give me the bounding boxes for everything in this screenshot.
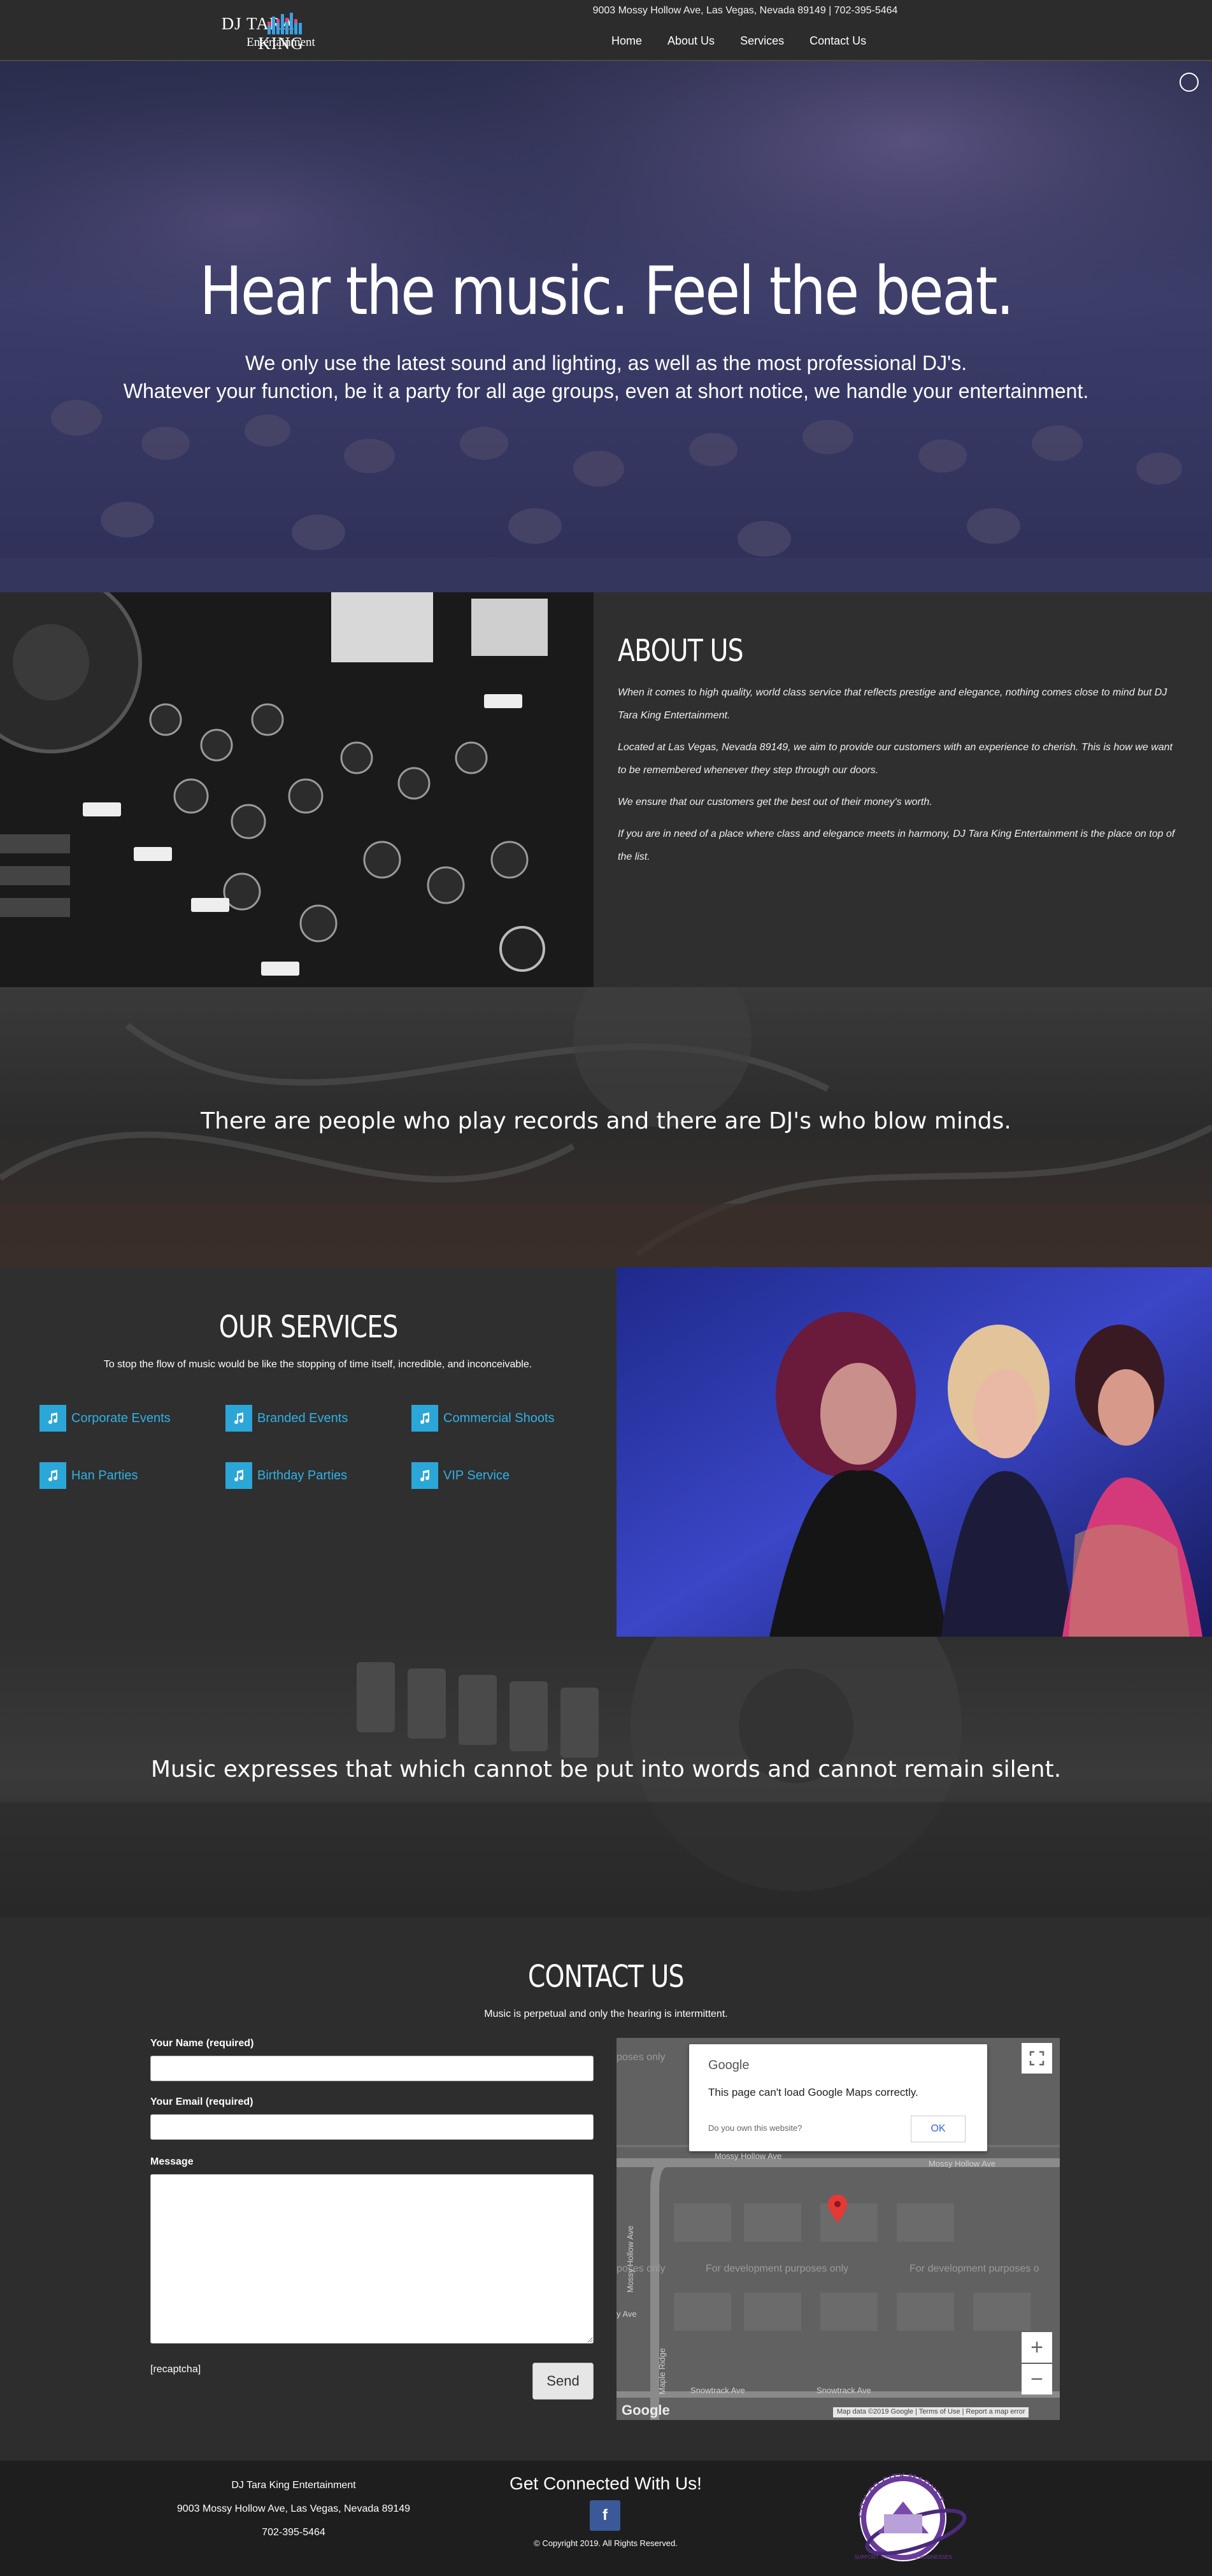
connect-title: Get Connected With Us! [510,2473,702,2493]
facebook-icon[interactable]: f [590,2500,620,2531]
service-item-commercial-shoots[interactable]: Commercial Shoots [411,1405,555,1432]
send-button[interactable]: Send [532,2363,594,2400]
music-note-icon [411,1405,438,1432]
map-dev-text: poses only [617,2052,666,2063]
recaptcha-placeholder: [recaptcha] [150,2364,201,2375]
service-label: VIP Service [443,1468,510,1483]
map-pin-icon[interactable] [828,2195,847,2223]
email-field[interactable] [150,2114,594,2140]
hero-indicator-icon[interactable] [1180,73,1199,92]
map-error-message: This page can't load Google Maps correct… [708,2086,918,2098]
services-party-image [617,1267,1212,1637]
fullscreen-icon[interactable] [1022,2043,1052,2074]
map-error-dialog: Google This page can't load Google Maps … [689,2044,987,2151]
nav-home[interactable]: Home [611,34,642,48]
quote-text-2: Music expresses that which cannot be put… [150,1756,1062,1783]
map-dev-text: For development purposes o [909,2263,1039,2274]
contact-section: CONTACT US Music is perpetual and only t… [0,1917,1212,2461]
map-road-label: Maple Ridge [657,2348,667,2395]
about-section: ABOUT US When it comes to high quality, … [594,592,1212,987]
service-label: Branded Events [257,1411,348,1425]
services-heading: OUR SERVICES [218,1309,399,1345]
name-field[interactable] [150,2056,594,2081]
map-dev-text: poses only [617,2263,666,2274]
music-note-icon [39,1462,66,1489]
nav-services[interactable]: Services [740,34,784,48]
music-note-icon [225,1405,252,1432]
quote-band-2: Music expresses that which cannot be put… [0,1637,1212,1917]
service-item-han-parties[interactable]: Han Parties [39,1462,138,1489]
message-label: Message [150,2156,194,2167]
service-label: Corporate Events [71,1411,171,1425]
city-to-city-market-badge[interactable]: CITY TO CITY MARKET SUPPORT THE 702 LOCA… [839,2463,973,2572]
services-section: OUR SERVICES To stop the flow of music w… [0,1267,617,1637]
about-paragraph: Located at Las Vegas, Nevada 89149, we a… [618,742,1173,776]
main-nav: Home About Us Services Contact Us [611,34,866,48]
quote-text-1: There are people who play records and th… [201,1108,1011,1134]
own-website-link[interactable]: Do you own this website? [708,2123,802,2133]
equalizer-icon [267,13,302,34]
about-paragraph: When it comes to high quality, world cla… [618,687,1167,721]
service-label: Commercial Shoots [443,1411,555,1425]
badge-subtext: SUPPORT THE 702 LOCAL BUSINESSES [854,2554,952,2560]
hero-subtitle: We only use the latest sound and lightin… [0,349,1212,405]
google-logo: Google [622,2402,670,2418]
copyright-text: © Copyright 2019. All Rights Reserved. [534,2538,678,2548]
service-label: Birthday Parties [257,1468,348,1483]
about-heading: ABOUT US [618,633,744,669]
nav-contact-us[interactable]: Contact Us [809,34,866,48]
site-footer: DJ Tara King Entertainment 9003 Mossy Ho… [0,2461,1212,2576]
map-road-label: y Ave [617,2309,637,2319]
about-paragraph: We ensure that our customers get the bes… [618,797,932,808]
footer-company: DJ Tara King Entertainment [231,2480,356,2491]
footer-address: 9003 Mossy Hollow Ave, Las Vegas, Nevada… [176,2503,411,2514]
zoom-in-icon[interactable]: + [1022,2332,1052,2363]
services-subtitle: To stop the flow of music would be like … [103,1359,532,1370]
google-brand: Google [708,2058,750,2072]
site-header: DJ TARAKING Entertainment 9003 Mossy Hol… [0,0,1212,61]
nav-about-us[interactable]: About Us [667,34,715,48]
footer-contact: DJ Tara King Entertainment 9003 Mossy Ho… [150,2473,437,2544]
about-text: When it comes to high quality, world cla… [618,681,1178,878]
map-road-label: Snowtrack Ave [690,2386,745,2395]
map-road-label: Snowtrack Ave [816,2386,871,2395]
service-item-birthday-parties[interactable]: Birthday Parties [225,1462,347,1489]
quote-band-1: There are people who play records and th… [0,987,1212,1267]
footer-phone: 702-395-5464 [262,2527,325,2538]
map-attribution[interactable]: Map data ©2019 Google | Terms of Use | R… [833,2407,1029,2417]
hero-section: Hear the music. Feel the beat. We only u… [0,61,1212,592]
message-field[interactable] [150,2174,594,2344]
service-item-branded-events[interactable]: Branded Events [225,1405,348,1432]
service-label: Han Parties [71,1468,138,1483]
dialog-ok-button[interactable]: OK [911,2116,966,2142]
music-note-icon [225,1462,252,1489]
map-road-label: Mossy Hollow Ave [625,2225,635,2293]
hero-subtitle-line2: Whatever your function, be it a party fo… [123,380,1089,402]
name-label: Your Name (required) [150,2038,254,2049]
hero-title: Hear the music. Feel the beat. [199,252,1014,330]
zoom-out-icon[interactable]: − [1022,2364,1052,2395]
contact-subtitle: Music is perpetual and only the hearing … [484,2009,728,2019]
logo-subtitle: Entertainment [246,36,315,49]
email-label: Your Email (required) [150,2096,253,2107]
service-item-corporate-events[interactable]: Corporate Events [39,1405,171,1432]
contact-heading: CONTACT US [528,1959,685,1995]
about-mixer-image [0,592,594,987]
map-road-label: Mossy Hollow Ave [715,2151,782,2161]
map-dev-text: For development purposes only [706,2263,849,2274]
header-contact-info: 9003 Mossy Hollow Ave, Las Vegas, Nevada… [592,5,898,16]
hero-subtitle-line1: We only use the latest sound and lightin… [245,352,967,374]
service-item-vip-service[interactable]: VIP Service [411,1462,510,1489]
google-map[interactable]: poses only poses only For development pu… [617,2038,1060,2420]
music-note-icon [411,1462,438,1489]
music-note-icon [39,1405,66,1432]
map-road-label: Mossy Hollow Ave [929,2159,996,2168]
site-logo[interactable]: DJ TARAKING Entertainment [201,8,360,53]
about-paragraph: If you are in need of a place where clas… [618,829,1175,862]
